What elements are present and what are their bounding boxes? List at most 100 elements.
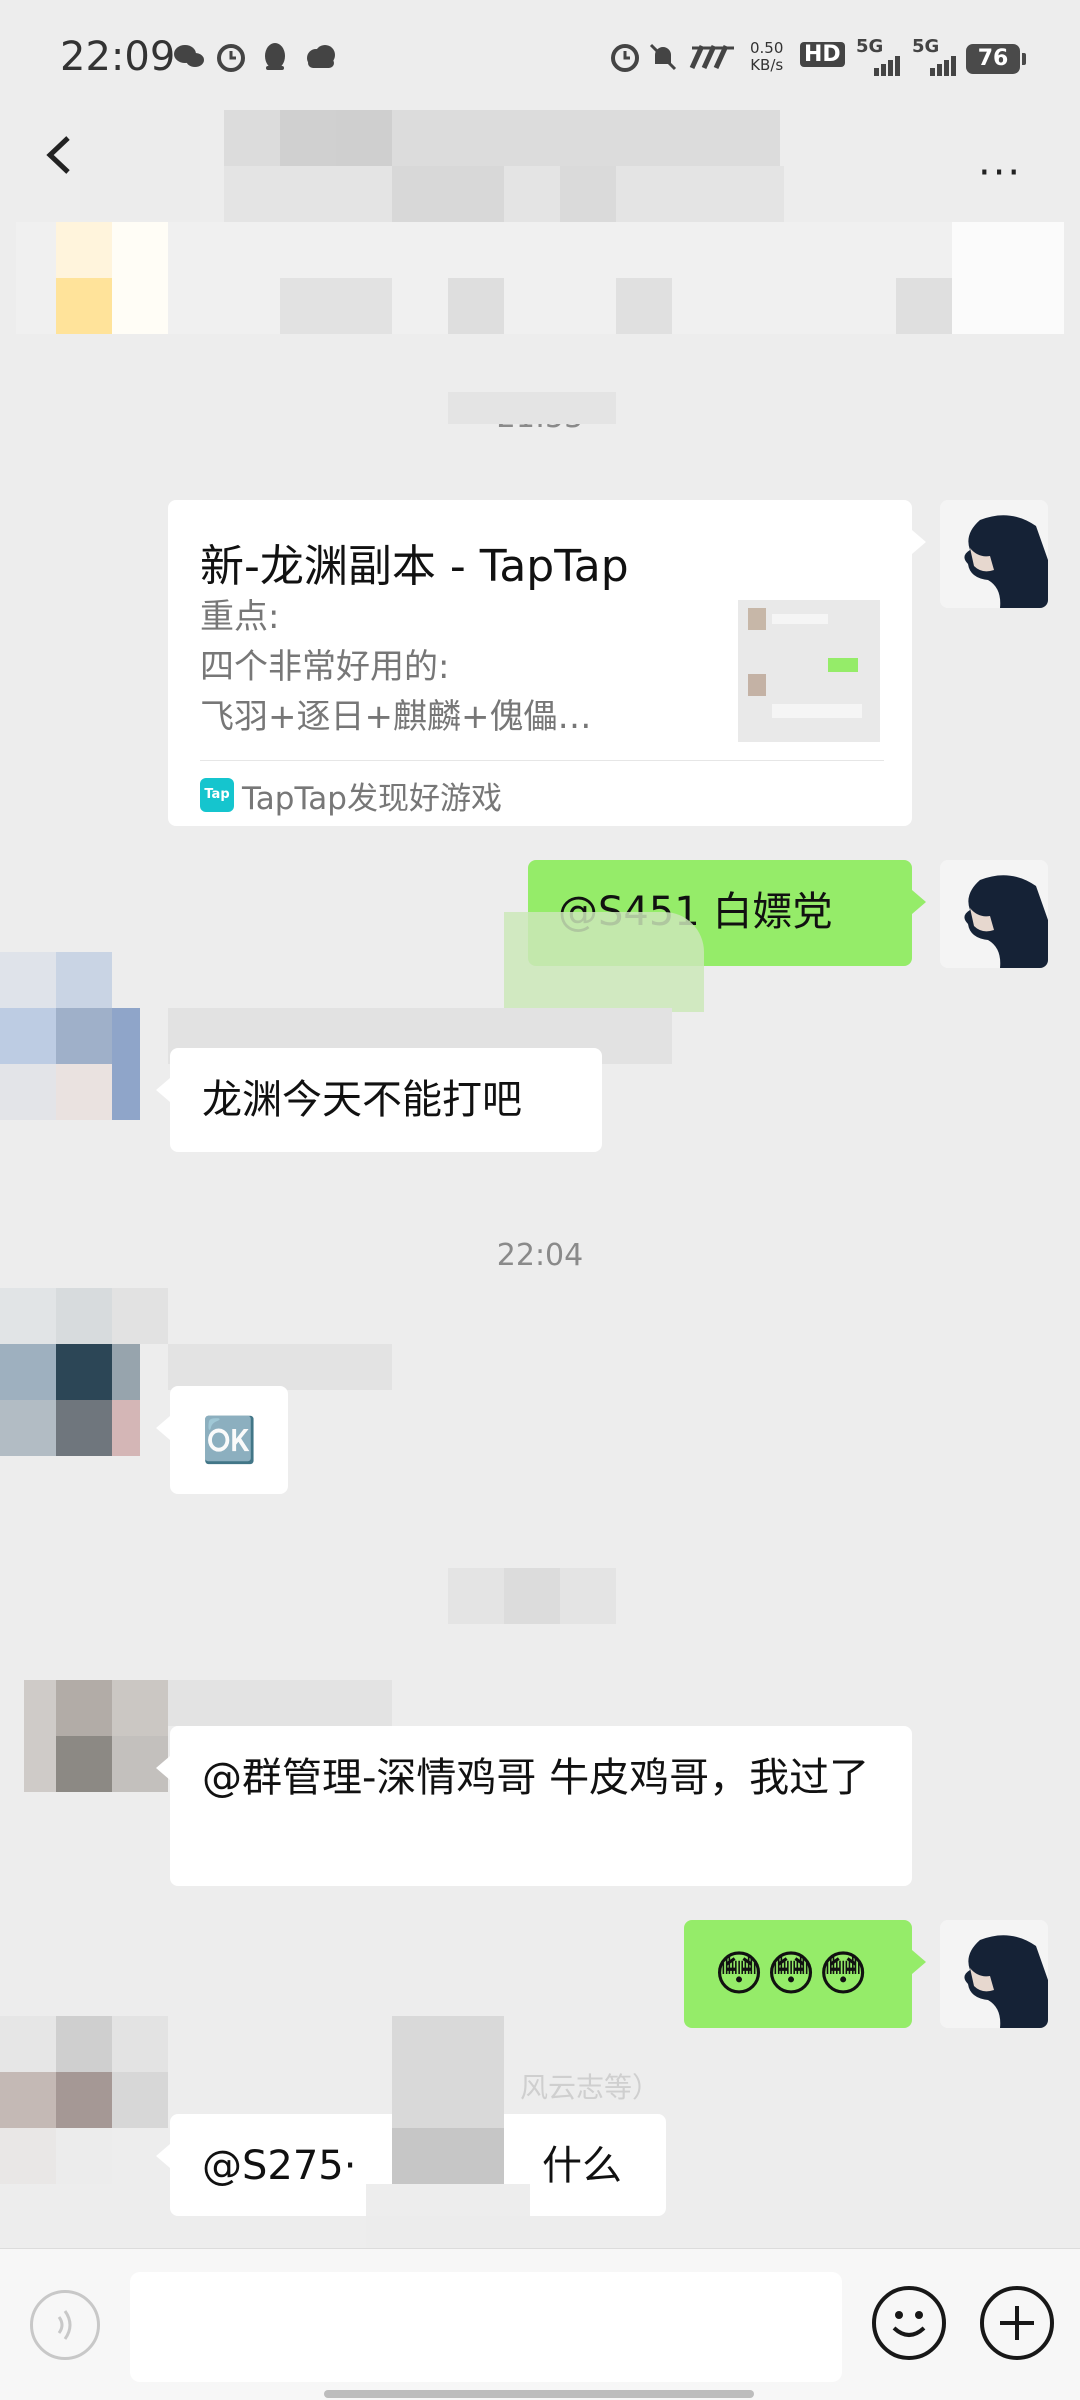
sent-message-bubble[interactable]: 😳😳😳	[684, 1920, 926, 2028]
pixel-block	[112, 1344, 140, 1400]
flushed-emoji-icon: 😳😳😳	[714, 1946, 871, 2002]
my-avatar[interactable]	[940, 860, 1048, 968]
sender-avatar[interactable]	[0, 1288, 168, 1456]
received-message-bubble[interactable]: 🆗	[156, 1386, 288, 1494]
pixel-block	[0, 1008, 56, 1064]
message-text: 什么	[542, 2143, 622, 2189]
pixel-block	[56, 1736, 112, 1792]
pixel-block	[112, 2072, 168, 2128]
signal-2-label: 5G	[912, 36, 940, 57]
pixel-block	[616, 278, 672, 334]
pixel-block	[504, 1568, 560, 1624]
pixel-block	[112, 1400, 140, 1456]
battery-indicator: 76	[966, 44, 1026, 74]
taptap-logo-icon: Tap	[200, 778, 234, 812]
pixel-block	[748, 674, 766, 696]
pixel-block	[504, 912, 704, 1012]
pixel-block	[56, 1400, 112, 1456]
pixel-block	[168, 1344, 392, 1390]
alarm-icon	[214, 40, 248, 74]
pixel-block	[392, 2128, 504, 2184]
pixel-block	[0, 2016, 56, 2072]
emoji-button[interactable]	[872, 2286, 946, 2360]
message-text: @S275·	[202, 2143, 357, 2189]
pixel-block	[56, 1344, 112, 1400]
pixel-block	[56, 952, 112, 1008]
pixel-block	[772, 614, 828, 624]
pixel-block	[56, 278, 112, 334]
pixel-block	[56, 2128, 112, 2184]
pixel-block	[80, 110, 200, 220]
received-message-bubble[interactable]: 龙渊今天不能打吧	[156, 1048, 602, 1152]
status-bar: 22:09 0.50 KB/s HD 5G 5G 76	[0, 0, 1080, 120]
pixel-block	[56, 2016, 112, 2072]
pixel-block	[0, 1344, 56, 1400]
back-arrow-icon[interactable]	[40, 130, 80, 180]
pixel-block	[56, 1680, 112, 1736]
smile-icon	[892, 2311, 926, 2337]
cloud-icon	[302, 40, 336, 74]
sender-avatar[interactable]	[0, 952, 140, 1120]
pixel-block	[952, 222, 1064, 334]
voice-input-icon[interactable]	[30, 2290, 100, 2360]
wechat-icon	[172, 40, 206, 74]
alarm-icon	[608, 40, 642, 74]
pixel-block	[560, 166, 616, 222]
hd-badge: HD	[800, 42, 845, 67]
my-avatar[interactable]	[940, 500, 1048, 608]
pixel-block	[112, 1680, 168, 1736]
signal-2-icon	[912, 56, 958, 80]
system-hint: 风云志等）	[520, 2071, 661, 2104]
signal-1-icon	[856, 56, 902, 80]
link-card-description: 重点: 四个非常好用的: 飞羽+逐日+麒麟+傀儡…	[200, 597, 592, 737]
pixel-block	[168, 1680, 392, 1726]
pixel-block	[0, 2072, 56, 2128]
message-text: 龙渊今天不能打吧	[202, 1077, 522, 1123]
pixel-block	[448, 278, 504, 334]
more-functions-button[interactable]	[980, 2286, 1054, 2360]
pixel-block	[0, 2128, 56, 2184]
time-label: 22:04	[496, 1238, 584, 1273]
net-speed: 0.50 KB/s	[750, 39, 784, 74]
received-message-bubble[interactable]: @群管理-深情鸡哥 牛皮鸡哥，我过了	[156, 1726, 912, 1886]
pixel-block	[112, 222, 168, 334]
pixel-block	[448, 392, 616, 424]
pixel-block	[772, 704, 862, 718]
sender-avatar[interactable]	[0, 2016, 168, 2184]
mute-icon	[646, 40, 680, 74]
pixel-block	[392, 166, 504, 222]
more-options-button[interactable]: ···	[978, 150, 1022, 196]
pixel-block	[112, 1288, 168, 1344]
sender-avatar[interactable]	[24, 1680, 168, 1792]
pixel-block	[0, 1400, 56, 1456]
pixel-block	[280, 110, 336, 166]
pixel-block	[0, 1288, 56, 1344]
my-avatar[interactable]	[940, 1920, 1048, 2028]
pixel-block	[280, 278, 392, 334]
pixel-block	[0, 952, 56, 1008]
pixel-block	[336, 110, 392, 166]
link-card-source: TapTap发现好游戏	[242, 781, 502, 817]
chat-title-bar	[0, 110, 1080, 360]
link-card-title: 新-龙渊副本 - TapTap	[200, 541, 629, 592]
pixel-block	[112, 1008, 140, 1120]
pixel-block	[896, 278, 952, 334]
message-text: @群管理-深情鸡哥 牛皮鸡哥，我过了	[202, 1755, 870, 1801]
link-card-divider	[200, 760, 884, 761]
message-input[interactable]	[130, 2272, 842, 2382]
nfc-icon	[688, 40, 738, 74]
link-card-thumbnail	[738, 600, 880, 742]
pixel-block	[24, 1680, 56, 1792]
pixel-block	[0, 1064, 56, 1120]
pixel-block	[748, 608, 766, 630]
pixel-block	[112, 2016, 168, 2072]
pixel-block	[828, 658, 858, 672]
ok-emoji-icon: 🆗	[202, 1415, 257, 1466]
pixel-block	[56, 1064, 112, 1120]
pixel-block	[56, 222, 112, 278]
pixel-block	[56, 1008, 112, 1064]
qq-icon	[258, 40, 292, 74]
signal-1-label: 5G	[856, 36, 884, 57]
pixel-block	[56, 1288, 112, 1344]
home-indicator[interactable]	[324, 2390, 754, 2398]
